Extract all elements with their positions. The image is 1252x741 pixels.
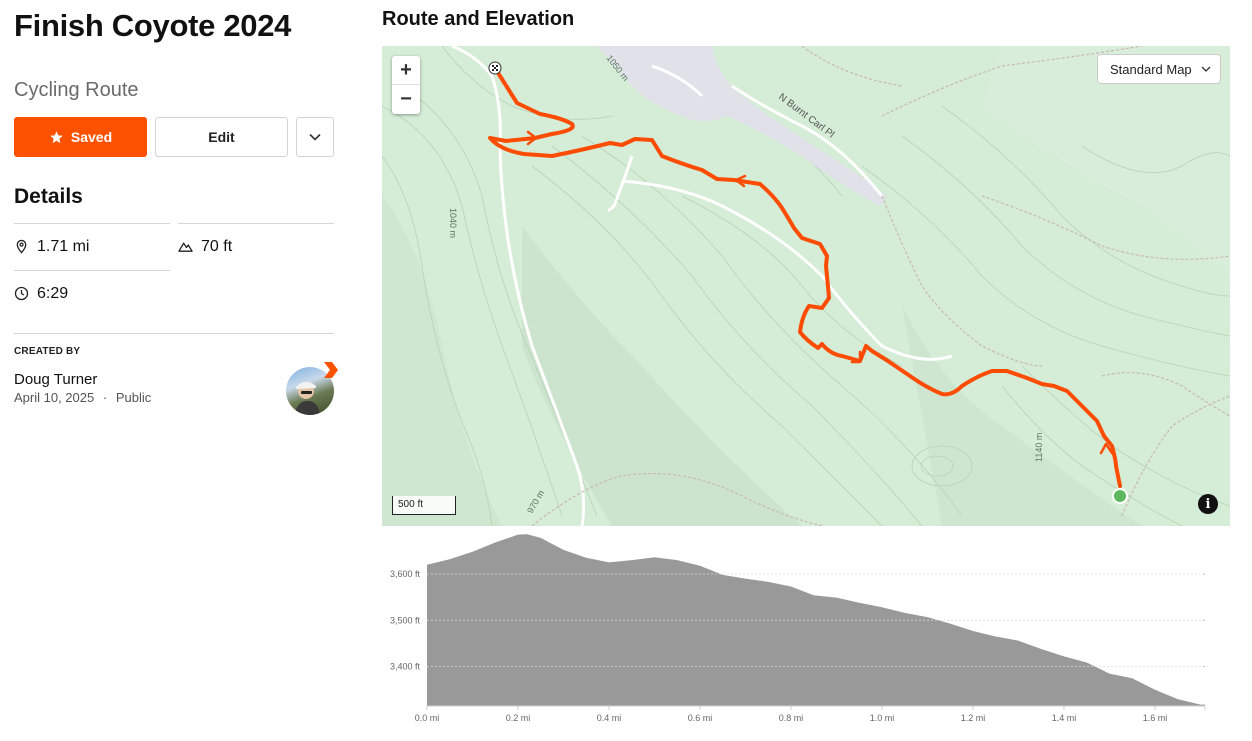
edit-button[interactable]: Edit bbox=[155, 117, 288, 157]
location-pin-icon bbox=[16, 239, 27, 254]
info-icon[interactable]: i bbox=[1198, 494, 1218, 514]
zoom-out-button[interactable]: − bbox=[392, 85, 420, 114]
created-by-label: CREATED BY bbox=[14, 346, 81, 357]
route-map[interactable]: 1050 m 1040 m 970 m 1140 m N Burnt Carl … bbox=[382, 46, 1230, 526]
divider bbox=[14, 333, 334, 334]
x-tick-label: 1.6 mi bbox=[1143, 713, 1168, 723]
map-canvas: 1050 m 1040 m 970 m 1140 m N Burnt Carl … bbox=[382, 46, 1230, 526]
subscriber-badge-icon bbox=[324, 362, 338, 378]
zoom-controls: + − bbox=[392, 56, 420, 114]
route-type: Cycling Route bbox=[14, 79, 139, 101]
map-type-label: Standard Map bbox=[1110, 61, 1192, 77]
distance-value: 1.71 mi bbox=[37, 237, 90, 255]
visibility-label: Public bbox=[115, 390, 152, 405]
more-options-button[interactable] bbox=[296, 117, 334, 157]
route-title: Finish Coyote 2024 bbox=[14, 8, 292, 43]
zoom-in-button[interactable]: + bbox=[392, 56, 420, 85]
x-tick-label: 0.0 mi bbox=[415, 713, 440, 723]
contour-label-1140: 1140 m bbox=[1034, 433, 1044, 462]
x-tick-label: 0.4 mi bbox=[597, 713, 622, 723]
x-tick-label: 0.6 mi bbox=[688, 713, 713, 723]
star-icon bbox=[50, 130, 63, 143]
map-type-select[interactable]: Standard Map bbox=[1097, 54, 1221, 84]
x-tick-label: 1.2 mi bbox=[961, 713, 986, 723]
mountain-icon bbox=[178, 242, 193, 252]
y-tick-label: 3,600 ft bbox=[390, 569, 421, 579]
contour-label-1040: 1040 m bbox=[448, 208, 458, 238]
x-tick-label: 1.0 mi bbox=[870, 713, 895, 723]
creator-meta: April 10, 2025 · Public bbox=[14, 390, 151, 405]
route-elevation-heading: Route and Elevation bbox=[382, 8, 575, 30]
x-tick-label: 0.8 mi bbox=[779, 713, 804, 723]
created-date: April 10, 2025 bbox=[14, 390, 95, 405]
clock-icon bbox=[14, 286, 29, 301]
creator-name[interactable]: Doug Turner bbox=[14, 371, 97, 388]
y-tick-label: 3,500 ft bbox=[390, 615, 421, 625]
finish-flag-icon bbox=[488, 61, 502, 75]
details-heading: Details bbox=[14, 185, 83, 208]
saved-button[interactable]: Saved bbox=[14, 117, 147, 157]
start-marker bbox=[1112, 488, 1128, 504]
saved-button-label: Saved bbox=[70, 129, 113, 145]
chevron-down-icon bbox=[309, 133, 321, 141]
x-tick-label: 0.2 mi bbox=[506, 713, 531, 723]
y-tick-label: 3,400 ft bbox=[390, 662, 421, 672]
elevation-chart: 3,400 ft 3,500 ft 3,600 ft 0.0 mi 0.2 mi 0.4 … bbox=[382, 530, 1230, 741]
elevation-gain-value: 70 ft bbox=[201, 237, 233, 255]
distance-stat: 1.71 mi bbox=[14, 223, 170, 269]
x-tick-label: 1.4 mi bbox=[1052, 713, 1077, 723]
time-stat: 6:29 bbox=[14, 270, 170, 316]
elevation-gain-stat: 70 ft bbox=[178, 223, 334, 269]
time-value: 6:29 bbox=[37, 284, 69, 302]
elevation-chart-svg: 3,400 ft 3,500 ft 3,600 ft 0.0 mi 0.2 mi 0.4 … bbox=[390, 534, 1206, 723]
contour-label-970: 970 m bbox=[525, 488, 546, 515]
chevron-down-icon bbox=[1201, 66, 1211, 72]
map-scale: 500 ft bbox=[392, 496, 456, 515]
meta-separator: · bbox=[102, 390, 108, 405]
